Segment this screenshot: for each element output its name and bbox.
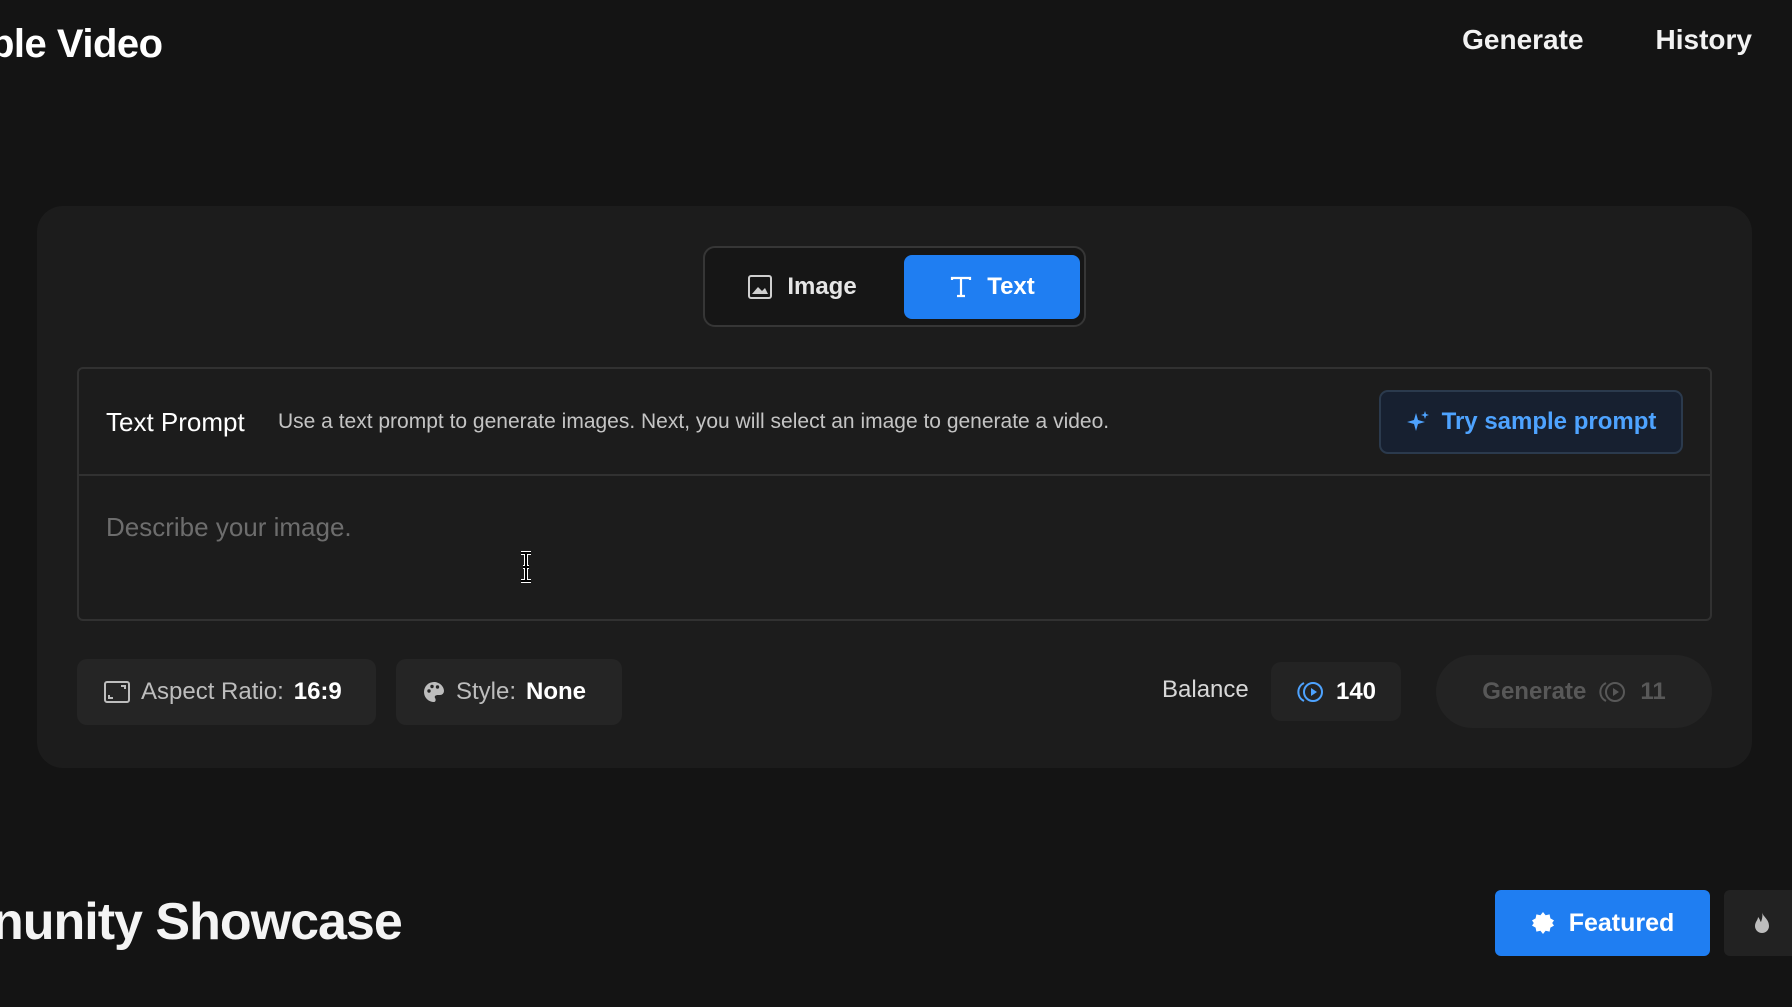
featured-label: Featured: [1568, 908, 1675, 937]
style-value: None: [526, 678, 587, 705]
prompt-label: Text Prompt: [106, 407, 245, 437]
balance-value: 140: [1335, 677, 1377, 705]
nav-history[interactable]: History: [1656, 24, 1752, 56]
featured-tab[interactable]: Featured: [1495, 890, 1710, 956]
image-mode-button[interactable]: Image: [717, 255, 887, 319]
text-cursor-icon: [521, 551, 531, 583]
mode-toggle: Image Text: [703, 246, 1086, 327]
balance-label: Balance: [1162, 676, 1249, 703]
app-title: ble Video: [0, 22, 163, 66]
text-icon: [951, 276, 972, 298]
aspect-ratio-icon: [104, 681, 130, 703]
showcase-title: nunity Showcase: [0, 893, 403, 951]
aspect-ratio-value: 16:9: [293, 678, 342, 705]
text-mode-label: Text: [987, 273, 1035, 300]
flame-icon: [1755, 912, 1769, 933]
nav-generate[interactable]: Generate: [1462, 24, 1583, 56]
prompt-header: Text Prompt Use a text prompt to generat…: [79, 369, 1710, 476]
trending-tab[interactable]: [1724, 890, 1792, 956]
star-badge-icon: [1531, 912, 1554, 934]
credit-icon: [1599, 681, 1626, 702]
balance-value-badge: 140: [1271, 662, 1401, 721]
style-selector[interactable]: Style: None: [396, 659, 622, 725]
try-sample-prompt-button[interactable]: Try sample prompt: [1379, 390, 1683, 454]
prompt-description: Use a text prompt to generate images. Ne…: [278, 410, 1110, 433]
image-mode-label: Image: [787, 273, 857, 300]
generate-label: Generate: [1482, 677, 1587, 705]
palette-icon: [424, 682, 444, 702]
aspect-ratio-selector[interactable]: Aspect Ratio: 16:9: [77, 659, 376, 725]
prompt-panel: Text Prompt Use a text prompt to generat…: [77, 367, 1712, 621]
generate-button[interactable]: Generate 11: [1436, 655, 1712, 728]
prompt-input[interactable]: [79, 478, 1710, 619]
text-mode-button[interactable]: Text: [904, 255, 1080, 319]
top-nav: Generate History: [1462, 24, 1752, 56]
credit-icon: [1297, 681, 1323, 702]
aspect-ratio-label: Aspect Ratio:: [141, 678, 284, 705]
generate-cost: 11: [1640, 677, 1666, 705]
sparkle-icon: [1406, 411, 1429, 431]
try-sample-prompt-label: Try sample prompt: [1441, 408, 1657, 435]
image-icon: [748, 275, 773, 299]
style-label: Style:: [456, 678, 517, 705]
